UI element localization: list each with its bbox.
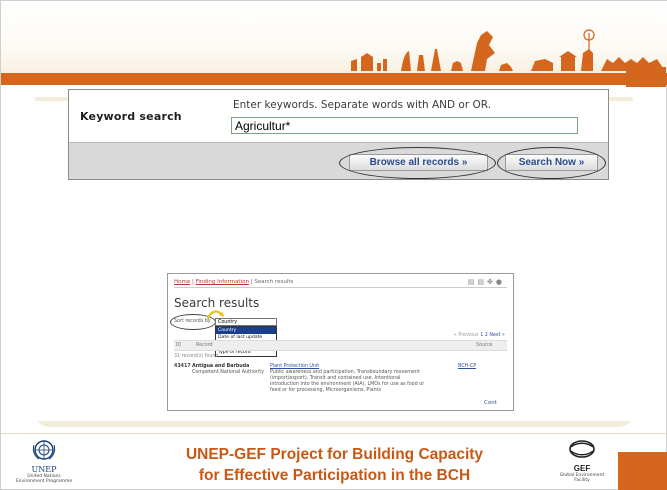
unep-sub-line2: Environment Programme: [15, 479, 73, 484]
record-link[interactable]: Plant Protection Unit: [270, 364, 319, 369]
next-link[interactable]: Next »: [489, 333, 505, 338]
footer-title-line2: for Effective Participation in the BCH: [198, 467, 471, 484]
column-source: Source: [476, 343, 493, 348]
search-form-actions: Browse all records » Search Now »: [69, 142, 608, 179]
search-now-button[interactable]: Search Now »: [505, 154, 598, 171]
record-source[interactable]: BCH-CP: [458, 364, 476, 369]
keyword-hint: Enter keywords. Separate words with AND …: [233, 99, 492, 111]
gef-globe-icon: [569, 440, 595, 458]
results-table-header: ID Record Source: [174, 340, 507, 351]
keyword-input[interactable]: [231, 117, 578, 134]
curved-arrow-icon: [206, 310, 224, 320]
continue-link[interactable]: Cont: [484, 400, 497, 406]
email-icon[interactable]: ▤: [477, 278, 487, 286]
footer-title-line1: UNEP-GEF Project for Building Capacity: [185, 446, 484, 463]
farm-landscape-graphic: [351, 29, 665, 71]
record-country: Antigua and Barbuda: [192, 364, 250, 369]
sort-option[interactable]: Country: [216, 327, 276, 335]
breadcrumb-home[interactable]: Home: [174, 279, 190, 285]
record-count: 31 record(s) found: [174, 354, 219, 359]
record-id: 43417: [174, 364, 191, 369]
footer-divider: [1, 433, 667, 434]
gef-logo: GEF Global Environment Facility: [556, 438, 608, 488]
previous-link[interactable]: « Previous: [454, 333, 479, 338]
slide: Keyword search Enter keywords. Separate …: [0, 0, 667, 490]
column-record: Record: [196, 343, 213, 348]
breadcrumb-current: Search results: [254, 279, 294, 285]
header-orange-block: [626, 67, 666, 87]
unep-name: UNEP: [31, 465, 57, 474]
search-results-screenshot: Home | Finding Information | Search resu…: [167, 273, 514, 411]
help-icon[interactable]: ●: [496, 278, 505, 286]
share-icon[interactable]: ✤: [487, 278, 496, 286]
breadcrumb: Home | Finding Information | Search resu…: [174, 279, 293, 285]
un-emblem-icon: [32, 440, 56, 460]
breadcrumb-finding-information[interactable]: Finding Information: [196, 279, 249, 285]
page-title: Search results: [174, 296, 260, 310]
unep-logo: UNEP United Nations Environment Programm…: [7, 439, 81, 489]
toolbar-icons: ▤▤✤●: [468, 278, 505, 286]
page-links[interactable]: 1 2: [480, 333, 488, 338]
divider: [174, 287, 507, 288]
browse-all-records-button[interactable]: Browse all records »: [349, 154, 488, 171]
keyword-search-form: Keyword search Enter keywords. Separate …: [68, 89, 609, 180]
gef-name: GEF: [573, 464, 591, 473]
gef-sub-line2: Facility: [574, 478, 590, 483]
search-form-top: Keyword search Enter keywords. Separate …: [69, 90, 608, 142]
record-agency: Competent National Authority: [192, 370, 264, 375]
record-description: Public awareness and participation, Tran…: [270, 370, 425, 393]
keyword-search-label: Keyword search: [80, 110, 182, 123]
print-icon[interactable]: ▤: [468, 278, 478, 286]
footer-orange-block: [618, 452, 667, 490]
pagination: « Previous 1 2 Next »: [454, 333, 505, 338]
footer-title: UNEP-GEF Project for Building Capacity f…: [151, 444, 518, 486]
header-orange-bar: [1, 73, 667, 85]
column-id: ID: [176, 343, 182, 348]
